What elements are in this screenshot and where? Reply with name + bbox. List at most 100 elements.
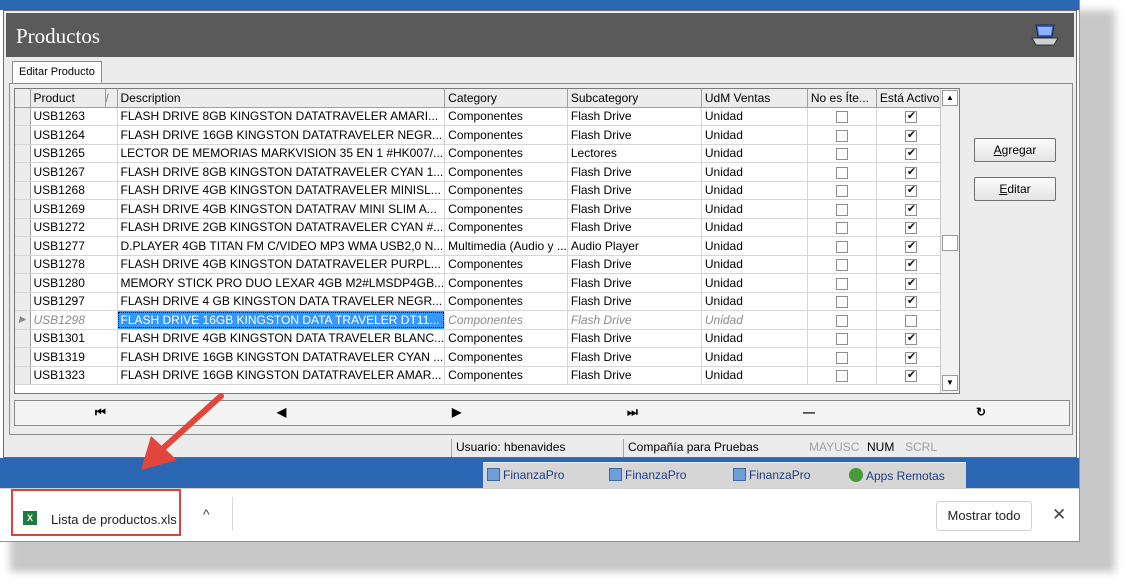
table-row[interactable]: USB1301 FLASH DRIVE 4GB KINGSTON DATA TRA…	[15, 329, 946, 348]
row-selector[interactable]	[15, 347, 31, 367]
col-header-subcategory[interactable]: Subcategory	[567, 89, 702, 108]
cell-description[interactable]: FLASH DRIVE 8GB KINGSTON DATATRAVELER AM…	[117, 107, 446, 126]
checkbox-esta-activo[interactable]	[904, 350, 917, 364]
row-selector[interactable]	[15, 162, 31, 182]
cell-product[interactable]: USB1265	[30, 144, 118, 163]
row-selector[interactable]	[15, 329, 31, 348]
row-selector[interactable]	[15, 366, 31, 385]
close-icon[interactable]: ✕	[1052, 505, 1066, 525]
cell-product[interactable]: USB1280	[30, 273, 118, 293]
cell-description[interactable]: FLASH DRIVE 16GB KINGSTON DATATRAVELER A…	[117, 366, 446, 385]
cell-category[interactable]: Componentes	[444, 107, 568, 126]
cell-category[interactable]: Multimedia (Audio y ...	[444, 236, 568, 256]
row-selector[interactable]	[15, 181, 31, 200]
cell-subcategory[interactable]: Flash Drive	[567, 329, 702, 348]
table-row[interactable]: USB1272 FLASH DRIVE 2GB KINGSTON DATATRAV…	[15, 218, 946, 237]
checkbox-no-es-item[interactable]	[835, 111, 848, 124]
cell-product[interactable]: USB1323	[30, 366, 118, 385]
cell-category[interactable]: Componentes	[444, 181, 568, 200]
checkbox-no-es-item[interactable]	[835, 314, 848, 327]
cell-category[interactable]: Componentes	[444, 144, 568, 163]
checkbox-esta-activo[interactable]	[904, 257, 917, 272]
cell-subcategory[interactable]: Flash Drive	[567, 255, 702, 274]
checkbox-esta-activo[interactable]	[904, 294, 917, 309]
checkbox-no-es-item[interactable]	[835, 351, 848, 364]
cell-subcategory[interactable]: Lectores	[567, 144, 702, 163]
row-selector[interactable]	[15, 292, 31, 311]
cell-description[interactable]: FLASH DRIVE 8GB KINGSTON DATATRAVELER CY…	[117, 162, 446, 182]
cell-description[interactable]: FLASH DRIVE 4GB KINGSTON DATA TRAVELER B…	[117, 329, 446, 348]
checkbox-no-es-item[interactable]	[835, 222, 848, 235]
checkbox-no-es-item[interactable]	[835, 296, 848, 309]
cell-category[interactable]: Componentes	[444, 329, 568, 348]
cell-udm[interactable]: Unidad	[701, 366, 808, 385]
col-header-description[interactable]: Description	[117, 89, 446, 108]
delete-record-icon[interactable]: —	[803, 405, 815, 419]
table-row[interactable]: USB1267 FLASH DRIVE 8GB KINGSTON DATATRAV…	[15, 162, 946, 182]
table-row[interactable]: USB1268 FLASH DRIVE 4GB KINGSTON DATATRAV…	[15, 181, 946, 200]
col-header-product[interactable]: Product	[30, 89, 106, 108]
cell-description[interactable]: D.PLAYER 4GB TITAN FM C/VIDEO MP3 WMA US…	[117, 236, 446, 256]
checkbox-no-es-item[interactable]	[835, 240, 848, 253]
taskbar-item-apps-remotas[interactable]: Apps Remotas	[849, 468, 945, 483]
previous-record-icon[interactable]: ◀	[277, 405, 286, 419]
cell-category[interactable]: Componentes	[444, 347, 568, 367]
taskbar-item-finanzapro-1[interactable]: FinanzaPro	[487, 468, 564, 482]
taskbar-item-finanzapro-3[interactable]: FinanzaPro	[733, 468, 810, 482]
row-selector[interactable]	[15, 273, 31, 293]
cell-udm[interactable]: Unidad	[701, 144, 808, 163]
cell-product[interactable]: USB1269	[30, 199, 118, 219]
cell-product[interactable]: USB1298	[30, 310, 118, 330]
checkbox-no-es-item[interactable]	[835, 185, 848, 198]
checkbox-esta-activo[interactable]	[904, 368, 917, 383]
cell-description[interactable]: FLASH DRIVE 4GB KINGSTON DATATRAV MINI S…	[117, 199, 446, 219]
chevron-up-icon[interactable]: ^	[203, 506, 210, 522]
cell-udm[interactable]: Unidad	[701, 181, 808, 200]
cell-category[interactable]: Componentes	[444, 218, 568, 237]
grid-vertical-scrollbar[interactable]: ▲ ▼	[940, 89, 959, 393]
cell-description[interactable]: FLASH DRIVE 16GB KINGSTON DATA TRAVELER …	[117, 310, 446, 330]
cell-udm[interactable]: Unidad	[701, 292, 808, 311]
col-header-no-es-item[interactable]: No es Íte...	[807, 89, 877, 108]
row-selector[interactable]	[15, 218, 31, 237]
row-selector[interactable]: ▶	[15, 310, 31, 330]
next-record-icon[interactable]: ▶	[452, 405, 461, 419]
cell-udm[interactable]: Unidad	[701, 236, 808, 256]
cell-udm[interactable]: Unidad	[701, 162, 808, 182]
cell-category[interactable]: Componentes	[444, 366, 568, 385]
table-row[interactable]: USB1319 FLASH DRIVE 16GB KINGSTON DATATRA…	[15, 347, 946, 367]
checkbox-no-es-item[interactable]	[835, 277, 848, 290]
cell-udm[interactable]: Unidad	[701, 218, 808, 237]
cell-description[interactable]: FLASH DRIVE 16GB KINGSTON DATATRAVELER N…	[117, 125, 446, 145]
table-row[interactable]: USB1264 FLASH DRIVE 16GB KINGSTON DATATRA…	[15, 125, 946, 145]
cell-udm[interactable]: Unidad	[701, 329, 808, 348]
checkbox-esta-activo[interactable]	[904, 165, 917, 179]
checkbox-esta-activo[interactable]	[904, 220, 917, 235]
first-record-icon[interactable]: ⏮	[95, 405, 106, 420]
cell-category[interactable]: Componentes	[444, 162, 568, 182]
row-selector[interactable]	[15, 236, 31, 256]
cell-subcategory[interactable]: Flash Drive	[567, 347, 702, 367]
checkbox-esta-activo[interactable]	[904, 314, 917, 327]
cell-udm[interactable]: Unidad	[701, 107, 808, 126]
last-record-icon[interactable]: ⏭	[627, 405, 638, 420]
table-row[interactable]: USB1265 LECTOR DE MEMORIAS MARKVISION 35 …	[15, 144, 946, 163]
editar-button[interactable]: Editar	[974, 177, 1056, 201]
refresh-icon[interactable]: ↻	[976, 405, 986, 419]
checkbox-no-es-item[interactable]	[835, 203, 848, 216]
checkbox-esta-activo[interactable]	[904, 109, 917, 124]
col-header-esta-activo[interactable]: Está Activo	[876, 89, 946, 108]
cell-product[interactable]: USB1268	[30, 181, 118, 200]
cell-subcategory[interactable]: Flash Drive	[567, 273, 702, 293]
cell-udm[interactable]: Unidad	[701, 199, 808, 219]
cell-description[interactable]: LECTOR DE MEMORIAS MARKVISION 35 EN 1 #H…	[117, 144, 446, 163]
table-row[interactable]: ▶ USB1298 FLASH DRIVE 16GB KINGSTON DATA T…	[15, 310, 946, 330]
cell-description[interactable]: MEMORY STICK PRO DUO LEXAR 4GB M2#LMSDP4…	[117, 273, 446, 293]
tab-editar-producto[interactable]: Editar Producto	[12, 61, 102, 84]
checkbox-no-es-item[interactable]	[835, 333, 848, 346]
col-header-category[interactable]: Category	[444, 89, 568, 108]
cell-udm[interactable]: Unidad	[701, 125, 808, 145]
cell-description[interactable]: FLASH DRIVE 2GB KINGSTON DATATRAVELER CY…	[117, 218, 446, 237]
cell-udm[interactable]: Unidad	[701, 273, 808, 293]
cell-udm[interactable]: Unidad	[701, 255, 808, 274]
